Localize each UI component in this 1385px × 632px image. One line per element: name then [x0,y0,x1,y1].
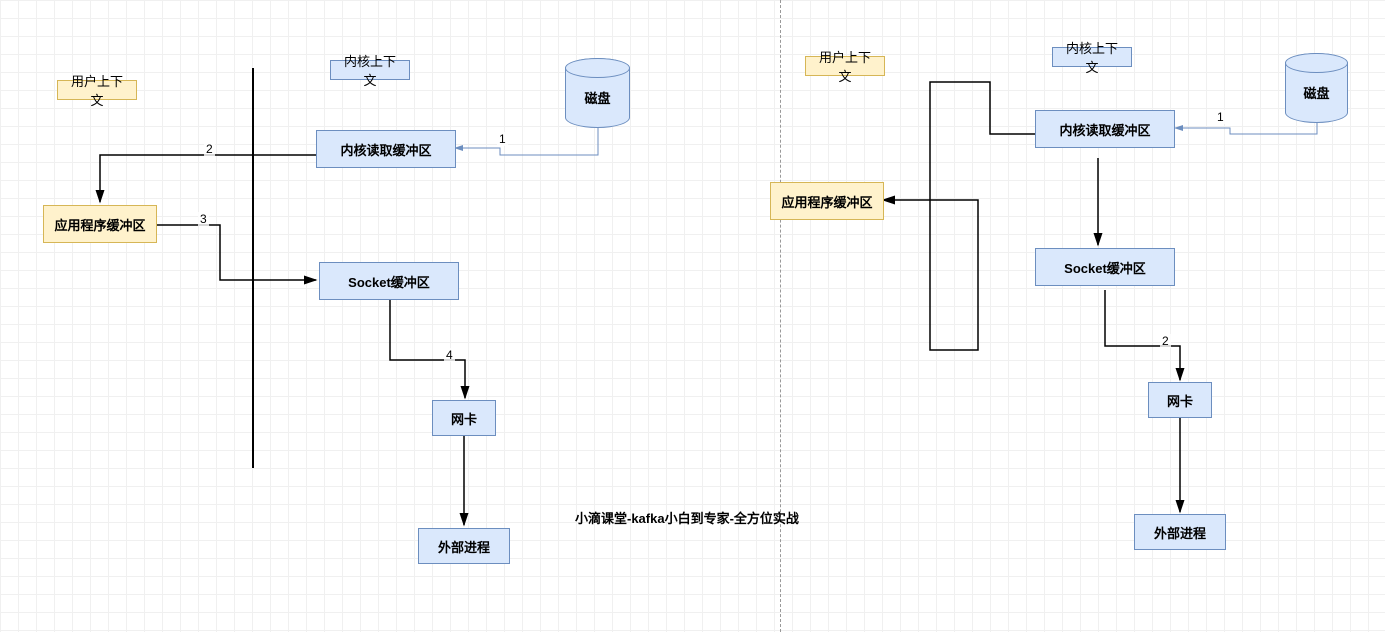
center-divider [780,0,781,632]
disk-left: 磁盘 [565,58,630,128]
label-kernel-context-left: 内核上下文 [330,60,410,80]
kernel-read-buffer-right: 内核读取缓冲区 [1035,110,1175,148]
label-user-context-left: 用户上下文 [57,80,137,100]
app-buffer-right: 应用程序缓冲区 [770,182,884,220]
label-kernel-context-right: 内核上下文 [1052,47,1132,67]
nic-right: 网卡 [1148,382,1212,418]
disk-right: 磁盘 [1285,53,1348,123]
edge-label-2-right: 2 [1160,334,1171,348]
divider-left [252,68,254,468]
edge-label-1-left: 1 [497,132,508,146]
external-process-left: 外部进程 [418,528,510,564]
nic-left: 网卡 [432,400,496,436]
socket-buffer-right: Socket缓冲区 [1035,248,1175,286]
footer-text: 小滴课堂-kafka小白到专家-全方位实战 [575,508,799,527]
edge-label-1-right: 1 [1215,110,1226,124]
external-process-right: 外部进程 [1134,514,1226,550]
edge-label-3-left: 3 [198,212,209,226]
socket-buffer-left: Socket缓冲区 [319,262,459,300]
label-user-context-right: 用户上下文 [805,56,885,76]
edge-label-2-left: 2 [204,142,215,156]
edge-label-4-left: 4 [444,348,455,362]
app-buffer-left: 应用程序缓冲区 [43,205,157,243]
kernel-read-buffer-left: 内核读取缓冲区 [316,130,456,168]
